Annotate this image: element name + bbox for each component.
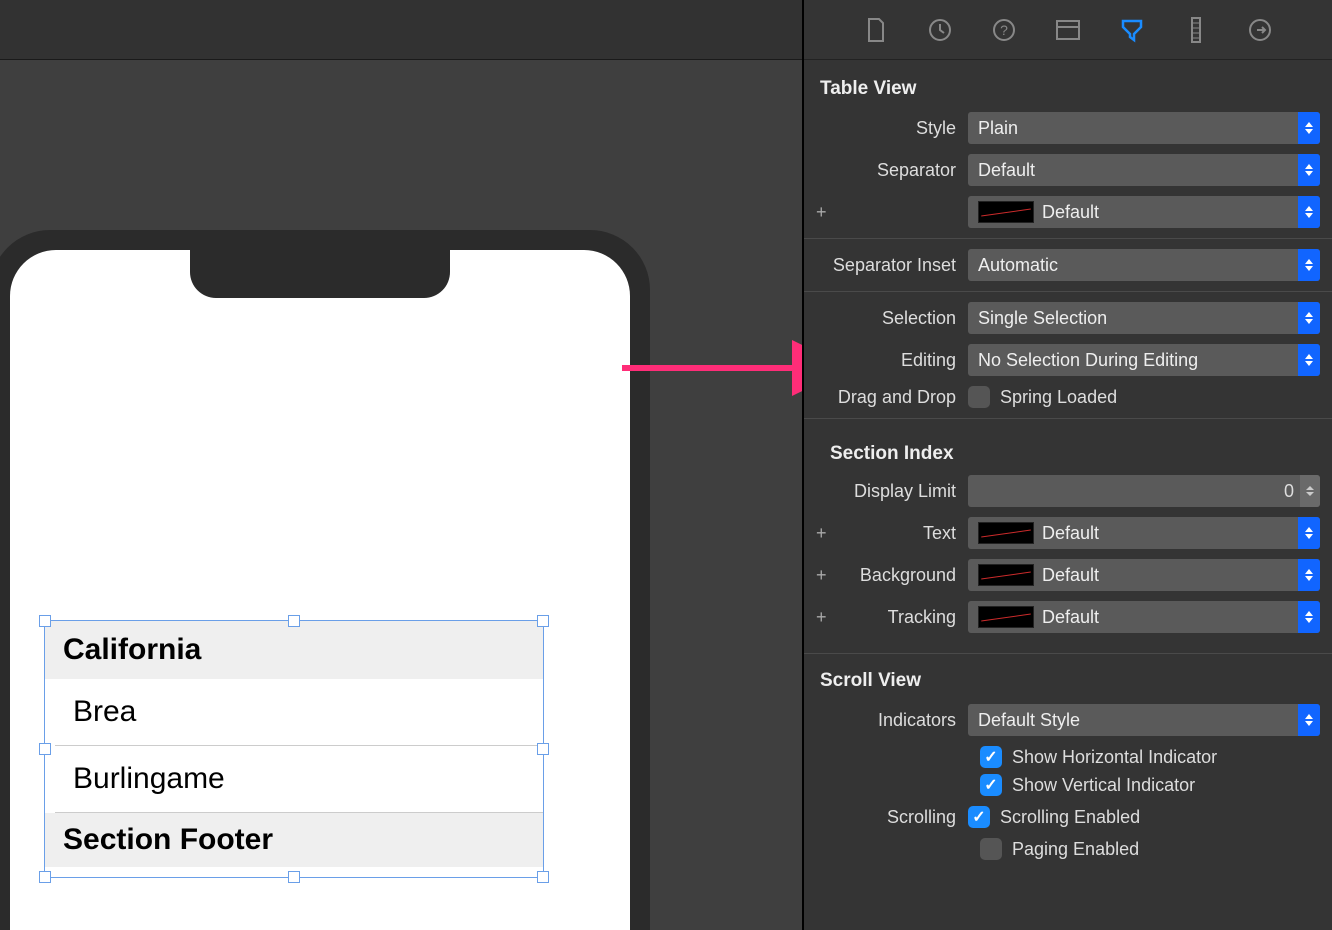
color-swatch [978, 606, 1034, 628]
spring-loaded-checkbox[interactable] [968, 386, 990, 408]
resize-handle[interactable] [39, 743, 51, 755]
show-horizontal-checkbox[interactable] [980, 746, 1002, 768]
section-header-table-view: Table View [816, 72, 1320, 112]
chevron-updown-icon [1298, 302, 1320, 334]
resize-handle[interactable] [288, 615, 300, 627]
identity-inspector-tab[interactable] [1055, 17, 1081, 43]
indicators-label: Indicators [816, 710, 968, 731]
style-label: Style [816, 118, 968, 139]
size-inspector-tab[interactable] [1183, 17, 1209, 43]
table-cell[interactable]: Burlingame [55, 746, 543, 813]
add-icon[interactable]: + [816, 607, 827, 628]
table-section-header[interactable]: California [45, 621, 543, 679]
attributes-inspector-tab[interactable] [1119, 17, 1145, 43]
indicators-popup[interactable]: Default Style [968, 704, 1320, 736]
tracking-label: Tracking [816, 607, 968, 628]
chevron-updown-icon [1298, 517, 1320, 549]
selection-popup[interactable]: Single Selection [968, 302, 1320, 334]
separator-inset-popup[interactable]: Automatic [968, 249, 1320, 281]
add-icon[interactable]: + [816, 202, 827, 223]
device-notch [190, 250, 450, 298]
spring-loaded-label: Spring Loaded [1000, 387, 1117, 408]
chevron-updown-icon [1298, 112, 1320, 144]
show-vertical-checkbox[interactable] [980, 774, 1002, 796]
text-color-popup[interactable]: Default [968, 517, 1320, 549]
color-swatch [978, 201, 1034, 223]
paging-enabled-checkbox[interactable] [980, 838, 1002, 860]
separator-color-popup[interactable]: Default [968, 196, 1320, 228]
separator-label: Separator [816, 160, 968, 181]
selection-label: Selection [816, 308, 968, 329]
table-cell[interactable]: Brea [55, 679, 543, 746]
chevron-updown-icon [1298, 154, 1320, 186]
show-horizontal-label: Show Horizontal Indicator [1012, 747, 1217, 768]
resize-handle[interactable] [39, 871, 51, 883]
interface-builder-canvas[interactable]: California Brea Burlingame Section Foote… [0, 60, 802, 930]
separator-inset-label: Separator Inset [816, 255, 968, 276]
inspector-tabs: ? [804, 0, 1332, 60]
add-icon[interactable]: + [816, 523, 827, 544]
editing-popup[interactable]: No Selection During Editing [968, 344, 1320, 376]
style-popup[interactable]: Plain [968, 112, 1320, 144]
background-label: Background [816, 565, 968, 586]
resize-handle[interactable] [39, 615, 51, 627]
resize-handle[interactable] [537, 615, 549, 627]
resize-handle[interactable] [537, 871, 549, 883]
show-vertical-label: Show Vertical Indicator [1012, 775, 1195, 796]
resize-handle[interactable] [537, 743, 549, 755]
chevron-updown-icon [1298, 704, 1320, 736]
text-label: Text [816, 523, 968, 544]
drag-drop-label: Drag and Drop [816, 387, 968, 408]
separator-popup[interactable]: Default [968, 154, 1320, 186]
chevron-updown-icon [1298, 601, 1320, 633]
stepper-arrows-icon[interactable] [1300, 475, 1320, 507]
background-color-popup[interactable]: Default [968, 559, 1320, 591]
chevron-updown-icon [1298, 559, 1320, 591]
section-header-scroll-view: Scroll View [816, 664, 1320, 704]
section-header-section-index: Section Index [816, 429, 1320, 475]
color-swatch [978, 522, 1034, 544]
chevron-updown-icon [1298, 196, 1320, 228]
svg-text:?: ? [1000, 22, 1008, 38]
scrolling-enabled-label: Scrolling Enabled [1000, 807, 1140, 828]
display-limit-label: Display Limit [816, 481, 968, 502]
chevron-updown-icon [1298, 249, 1320, 281]
display-limit-stepper[interactable]: 0 [968, 475, 1320, 507]
add-icon[interactable]: + [816, 565, 827, 586]
help-inspector-tab[interactable]: ? [991, 17, 1017, 43]
file-inspector-tab[interactable] [863, 17, 889, 43]
resize-handle[interactable] [288, 871, 300, 883]
selected-table-view[interactable]: California Brea Burlingame Section Foote… [44, 620, 544, 878]
attributes-inspector: ? Table View Style Plain Separator Defau… [802, 0, 1332, 930]
chevron-updown-icon [1298, 344, 1320, 376]
history-inspector-tab[interactable] [927, 17, 953, 43]
table-section-footer[interactable]: Section Footer [45, 813, 543, 867]
editing-label: Editing [816, 350, 968, 371]
scrolling-label: Scrolling [816, 807, 968, 828]
connections-inspector-tab[interactable] [1247, 17, 1273, 43]
color-swatch [978, 564, 1034, 586]
paging-enabled-label: Paging Enabled [1012, 839, 1139, 860]
tracking-color-popup[interactable]: Default [968, 601, 1320, 633]
scrolling-enabled-checkbox[interactable] [968, 806, 990, 828]
